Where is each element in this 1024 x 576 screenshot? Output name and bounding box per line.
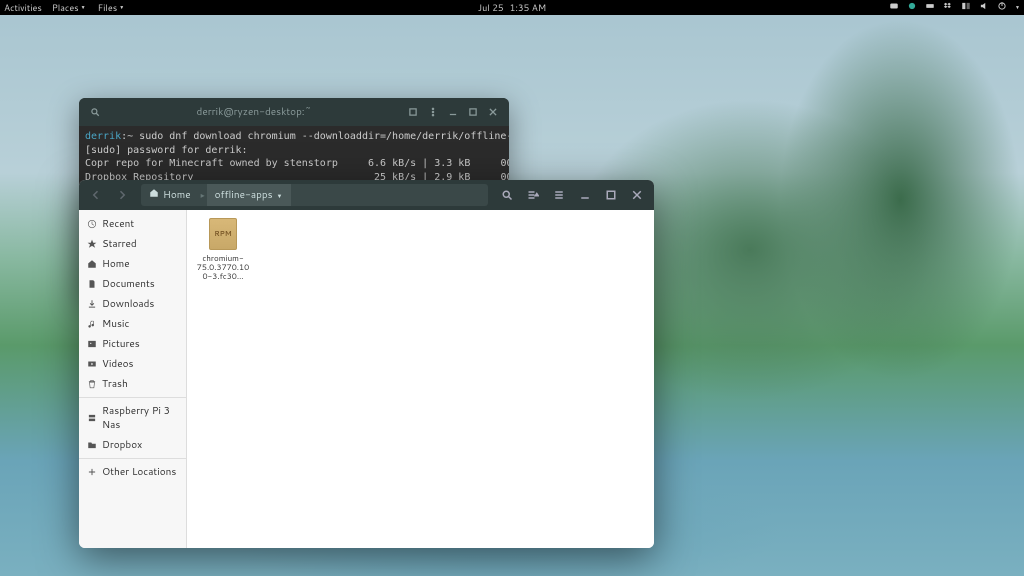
clock[interactable]: Jul 25 1:35 AM [478, 1, 546, 14]
places-label: Places [52, 1, 79, 14]
breadcrumb-home-label: Home [163, 188, 191, 202]
maximize-icon[interactable] [600, 184, 622, 206]
sidebar-item-starred[interactable]: Starred [79, 234, 186, 254]
date-label: Jul 25 [478, 1, 504, 14]
terminal-title: derrik@ryzen-desktop:~ [105, 105, 403, 119]
sidebar-item-dropbox[interactable]: Dropbox [79, 435, 186, 455]
terminal-titlebar[interactable]: derrik@ryzen-desktop:~ [79, 98, 509, 126]
maximize-icon[interactable] [465, 104, 481, 120]
sidebar-divider [79, 458, 186, 459]
close-icon[interactable] [626, 184, 648, 206]
file-label: chromium-75.0.3770.100-3.fc30... [195, 254, 251, 280]
sidebar-item-downloads[interactable]: Downloads [79, 294, 186, 314]
music-icon [87, 319, 97, 329]
tray-volume-icon[interactable] [979, 1, 989, 14]
sidebar-item-pictures[interactable]: Pictures [79, 334, 186, 354]
chevron-down-icon: ▼ [119, 4, 124, 11]
breadcrumb-current[interactable]: offline-apps ▼ [207, 184, 291, 206]
rpm-package-icon: RPM [209, 218, 237, 250]
prompt-user: derrik [85, 131, 121, 142]
chevron-down-icon: ▼ [81, 4, 86, 11]
tray-workspace-icon[interactable] [961, 1, 971, 14]
home-icon [87, 259, 97, 269]
server-icon [87, 413, 97, 423]
file-item-rpm[interactable]: RPM chromium-75.0.3770.100-3.fc30... [195, 218, 251, 280]
folder-icon [87, 440, 97, 450]
trash-icon [87, 379, 97, 389]
sidebar-item-trash[interactable]: Trash [79, 374, 186, 394]
prompt-cmd: :~ sudo dnf download chromium --download… [121, 131, 509, 142]
minimize-icon[interactable] [574, 184, 596, 206]
search-button[interactable] [496, 184, 518, 206]
pictures-icon [87, 339, 97, 349]
files-label: Files [98, 1, 118, 14]
close-icon[interactable] [485, 104, 501, 120]
terminal-newtab-icon[interactable] [405, 104, 421, 120]
sidebar-divider [79, 397, 186, 398]
tray-keyboard-icon[interactable] [925, 1, 935, 14]
tray-dropbox-icon[interactable] [943, 1, 953, 14]
activities-button[interactable]: Activities [4, 1, 42, 14]
files-window[interactable]: Home ▸ offline-apps ▼ Recent Starred Hom… [79, 180, 654, 548]
home-icon [149, 188, 159, 202]
clock-icon [87, 219, 97, 229]
downloads-icon [87, 299, 97, 309]
tray-power-icon[interactable] [997, 1, 1007, 14]
nav-back-button[interactable] [85, 184, 107, 206]
hamburger-menu-button[interactable] [548, 184, 570, 206]
term-line: [sudo] password for derrik: [85, 145, 248, 156]
breadcrumb-home[interactable]: Home [141, 184, 199, 206]
terminal-search-icon[interactable] [87, 104, 103, 120]
tray-update-icon[interactable] [907, 1, 917, 14]
plus-icon [87, 467, 97, 477]
breadcrumb-sep: ▸ [199, 189, 207, 201]
sidebar-item-videos[interactable]: Videos [79, 354, 186, 374]
star-icon [87, 239, 97, 249]
videos-icon [87, 359, 97, 369]
nav-forward-button[interactable] [111, 184, 133, 206]
view-toggle-button[interactable] [522, 184, 544, 206]
breadcrumb-current-label: offline-apps [215, 188, 273, 202]
files-menu[interactable]: Files ▼ [96, 1, 125, 14]
files-headerbar: Home ▸ offline-apps ▼ [79, 180, 654, 210]
documents-icon [87, 279, 97, 289]
files-content-area[interactable]: RPM chromium-75.0.3770.100-3.fc30... [187, 210, 654, 548]
sidebar-item-recent[interactable]: Recent [79, 214, 186, 234]
sidebar-item-documents[interactable]: Documents [79, 274, 186, 294]
chevron-down-icon[interactable]: ▼ [1015, 4, 1020, 11]
terminal-menu-icon[interactable] [425, 104, 441, 120]
minimize-icon[interactable] [445, 104, 461, 120]
sidebar-item-music[interactable]: Music [79, 314, 186, 334]
files-sidebar: Recent Starred Home Documents Downloads … [79, 210, 187, 548]
time-label: 1:35 AM [510, 1, 546, 14]
places-menu[interactable]: Places ▼ [52, 1, 86, 14]
sidebar-item-nas[interactable]: Raspberry Pi 3 Nas [79, 401, 186, 435]
gnome-topbar: Activities Places ▼ Files ▼ Jul 25 1:35 … [0, 0, 1024, 15]
breadcrumb: Home ▸ offline-apps ▼ [141, 184, 488, 206]
sidebar-item-other[interactable]: Other Locations [79, 462, 186, 482]
chevron-down-icon: ▼ [277, 191, 283, 200]
sidebar-item-home[interactable]: Home [79, 254, 186, 274]
repo-row: Copr repo for Minecraft owned by stensto… [85, 158, 509, 169]
tray-discord-icon[interactable] [889, 1, 899, 14]
